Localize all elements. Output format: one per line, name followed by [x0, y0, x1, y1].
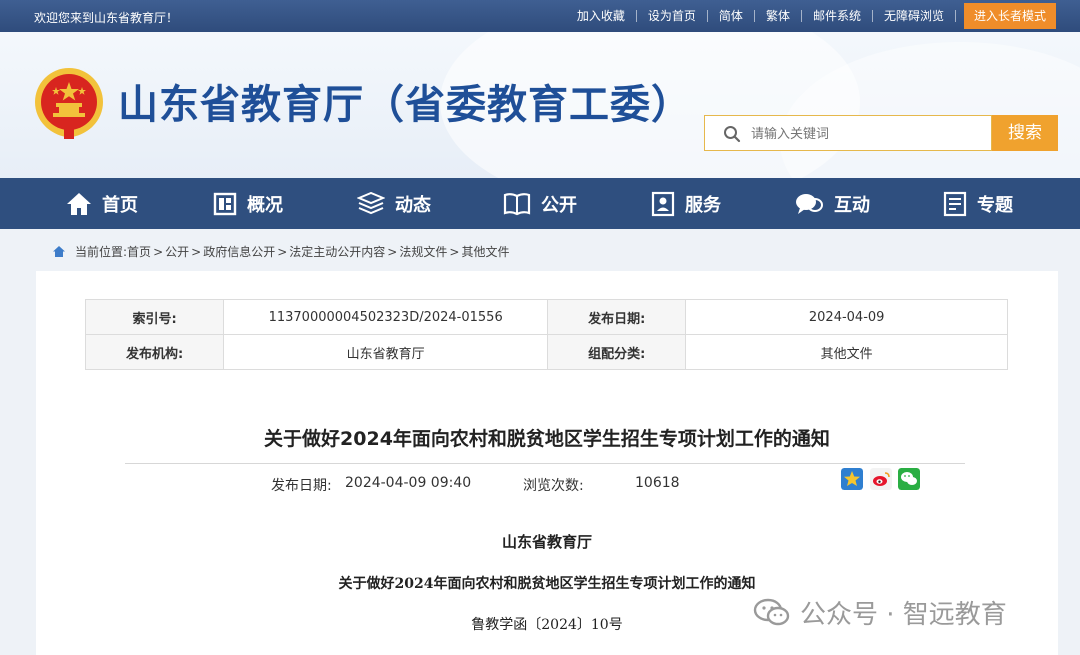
- org-label: 发布机构:: [84, 334, 225, 370]
- nav-item-service[interactable]: 服务: [613, 191, 759, 217]
- document-meta-table: 索引号: 11370000004502323D/2024-01556 发布日期:…: [84, 299, 1008, 370]
- service-icon: [651, 191, 675, 216]
- watermark-text: 公众号 · 智远教育: [800, 600, 1007, 630]
- publish-date-label: 发布日期:: [271, 478, 332, 494]
- publish-date-value: 2024-04-09 09:40: [345, 475, 472, 491]
- site-header: 山东省教育厅（省委教育工委） 搜索: [0, 32, 1080, 178]
- main-nav: 首页 概况 动态 公开 服务 互动 专题: [0, 178, 1080, 229]
- nav-label: 专题: [977, 194, 1013, 216]
- national-emblem-icon[interactable]: [30, 65, 108, 143]
- news-icon: [357, 191, 385, 214]
- nav-label: 互动: [834, 194, 870, 216]
- wechat-official-account-icon: [753, 598, 790, 625]
- search-box: [704, 115, 992, 152]
- org-value: 山东省教育厅: [223, 334, 549, 370]
- breadcrumb-statutory[interactable]: 法定主动公开内容: [289, 243, 385, 260]
- title-divider: [125, 463, 965, 464]
- breadcrumb-gov-info[interactable]: 政府信息公开: [203, 243, 275, 260]
- nav-label: 概况: [247, 194, 283, 216]
- nav-item-home[interactable]: 首页: [29, 191, 175, 217]
- traditional-chinese-link[interactable]: 繁体: [755, 10, 802, 22]
- set-homepage-link[interactable]: 设为首页: [637, 10, 708, 22]
- welcome-text: 欢迎您来到山东省教育厅！: [34, 11, 179, 25]
- body-issuer: 山东省教育厅: [501, 533, 592, 551]
- index-label: 索引号:: [84, 299, 225, 335]
- date-label: 发布日期:: [547, 299, 687, 335]
- nav-item-public[interactable]: 公开: [467, 191, 613, 217]
- topic-icon: [943, 191, 967, 216]
- article-title: 关于做好2024年面向农村和脱贫地区学生招生专项计划工作的通知: [264, 428, 830, 450]
- nav-item-interact[interactable]: 互动: [759, 191, 905, 217]
- search-icon: [724, 126, 741, 143]
- watermark: 公众号 · 智远教育: [752, 594, 1007, 631]
- breadcrumb-home[interactable]: 首页: [127, 243, 151, 260]
- wechat-icon[interactable]: [898, 468, 920, 490]
- home-icon: [67, 192, 91, 215]
- date-value: 2024-04-09: [685, 299, 1008, 335]
- weibo-icon[interactable]: [870, 468, 892, 490]
- breadcrumb: 当前位置: 首页 > 公开 > 政府信息公开 > 法定主动公开内容 > 法规文件 > 其他…: [52, 243, 509, 260]
- breadcrumb-bar: 当前位置: 首页 > 公开 > 政府信息公开 > 法定主动公开内容 > 法规文件 > 其他…: [0, 229, 1080, 271]
- nav-label: 首页: [102, 194, 138, 216]
- chat-icon: [796, 193, 823, 214]
- home-icon: [53, 246, 65, 257]
- top-links: 加入收藏 设为首页 简体 繁体 邮件系统 无障碍浏览 进入长者模式: [566, 0, 1056, 32]
- views-label: 浏览次数:: [523, 478, 584, 494]
- accessibility-link[interactable]: 无障碍浏览: [873, 10, 956, 22]
- top-bar: 欢迎您来到山东省教育厅！ 加入收藏 设为首页 简体 繁体 邮件系统 无障碍浏览 …: [0, 0, 1080, 32]
- breadcrumb-other-docs[interactable]: 其他文件: [461, 243, 509, 260]
- nav-item-topics[interactable]: 专题: [905, 191, 1051, 217]
- site-title[interactable]: 山东省教育厅（省委教育工委）: [118, 72, 692, 130]
- body-notice-title: 关于做好2024年面向农村和脱贫地区学生招生专项计划工作的通知: [338, 576, 756, 592]
- add-favorite-link[interactable]: 加入收藏: [566, 10, 637, 22]
- category-value: 其他文件: [685, 334, 1008, 370]
- category-label: 组配分类:: [547, 334, 687, 370]
- nav-item-news[interactable]: 动态: [321, 191, 467, 217]
- simplified-chinese-link[interactable]: 简体: [708, 10, 755, 22]
- breadcrumb-regulations[interactable]: 法规文件: [399, 243, 447, 260]
- elder-mode-button[interactable]: 进入长者模式: [963, 3, 1056, 29]
- search-button[interactable]: 搜索: [992, 115, 1058, 151]
- overview-icon: [213, 192, 237, 215]
- index-value: 11370000004502323D/2024-01556: [223, 299, 549, 335]
- nav-item-overview[interactable]: 概况: [175, 191, 321, 217]
- breadcrumb-prefix: 当前位置:: [75, 245, 128, 259]
- book-icon: [503, 192, 531, 215]
- favorite-star-icon[interactable]: [841, 468, 863, 490]
- nav-label: 服务: [685, 194, 721, 216]
- views-count: 10618: [635, 475, 680, 491]
- mail-system-link[interactable]: 邮件系统: [802, 10, 873, 22]
- nav-label: 动态: [395, 194, 431, 216]
- breadcrumb-public[interactable]: 公开: [165, 243, 189, 260]
- search-input[interactable]: [749, 116, 983, 152]
- nav-label: 公开: [541, 194, 577, 216]
